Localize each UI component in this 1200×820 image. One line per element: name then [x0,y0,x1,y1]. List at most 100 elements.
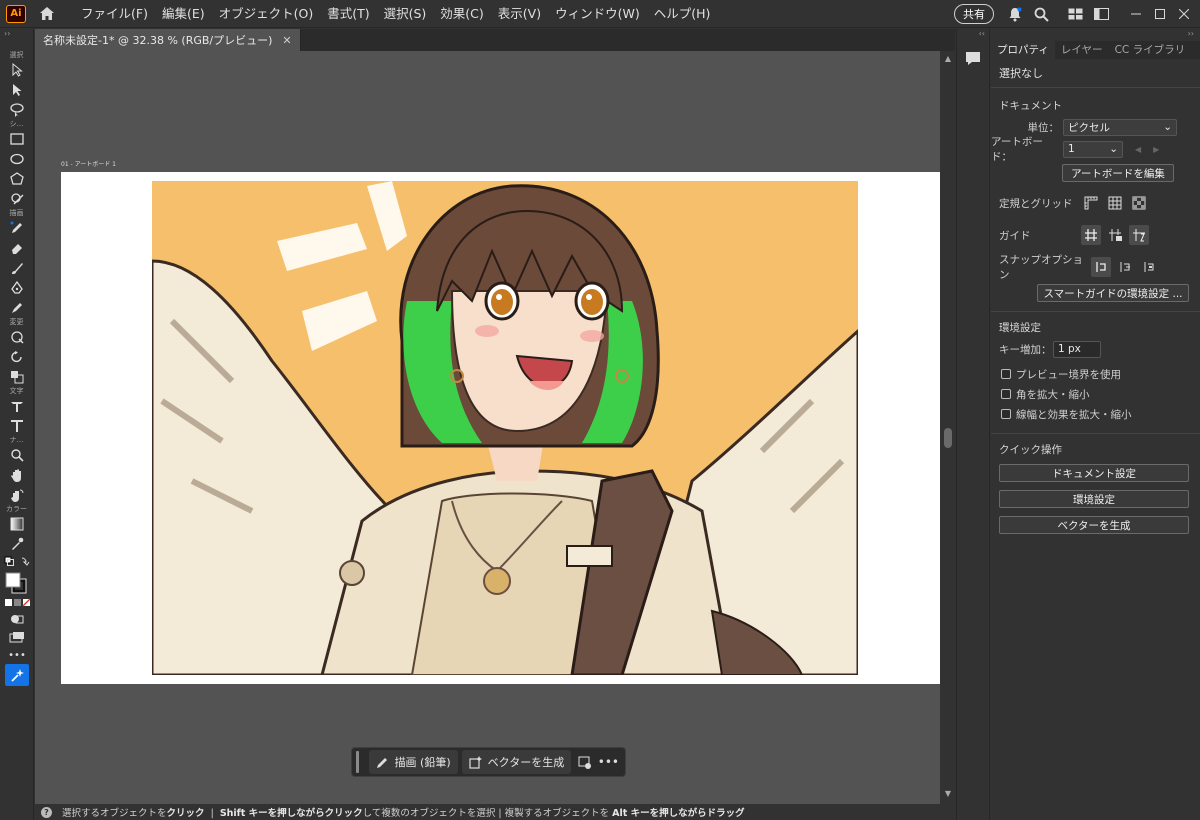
menu-object[interactable]: オブジェクト(O) [212,0,321,28]
draw-pencil-button[interactable]: 描画 (鉛筆) [368,750,458,774]
bell-icon[interactable] [1002,1,1028,27]
snap-to-glyph-icon[interactable] [1139,257,1159,277]
transparency-grid-icon[interactable] [1129,193,1149,213]
draw-mode-icon[interactable] [0,610,34,628]
search-icon[interactable] [1028,1,1054,27]
menu-edit[interactable]: 編集(E) [155,0,212,28]
vertical-scrollbar[interactable]: ▲ ▼ [941,51,955,804]
menu-file[interactable]: ファイル(F) [74,0,155,28]
document-tab-bar: 名称未設定-1* @ 32.38 % (RGB/プレビュー) ✕ [35,29,955,51]
generate-vector-label: ベクターを生成 [487,756,565,769]
tab-properties[interactable]: プロパティ [991,41,1055,59]
tab-layers[interactable]: レイヤー [1055,41,1109,59]
preferences-button[interactable]: 環境設定 [999,490,1189,508]
selection-tool-icon[interactable] [0,60,34,80]
scale-tool-icon[interactable] [0,367,34,387]
color-mode-icons[interactable] [0,596,34,610]
grid-icon[interactable] [1105,193,1125,213]
properties-body: 選択なし ドキュメント 単位： ピクセル ⌄ アートボード： 1 ⌄ ◀ ▶ ア… [991,65,1200,534]
more-options-button[interactable]: ••• [598,750,619,774]
menu-select[interactable]: 選択(S) [377,0,434,28]
close-icon[interactable] [1172,1,1196,27]
show-guides-icon[interactable] [1081,225,1101,245]
generate-vector-button[interactable]: ベクターを生成 [461,750,572,774]
image-options-icon[interactable] [575,750,596,774]
hand-tool-icon[interactable] [0,465,34,485]
rectangle-tool-icon[interactable] [0,129,34,149]
gradient-tool-icon[interactable] [0,514,34,534]
ellipse-tool-icon[interactable] [0,149,34,169]
generative-ai-icon[interactable] [5,664,29,686]
pencil-tool-icon[interactable] [0,218,34,238]
smart-guides-icon[interactable] [1129,225,1149,245]
illustration-image[interactable] [152,181,858,675]
generate-vector-quick-button[interactable]: ベクターを生成 [999,516,1189,534]
checkbox-preview-bounds[interactable]: プレビュー境界を使用 [1001,364,1192,384]
lock-guides-icon[interactable] [1105,225,1125,245]
scroll-down-icon[interactable]: ▼ [941,789,955,798]
key-increment-input[interactable]: 1 px [1053,340,1101,358]
canvas-area[interactable]: 01 - アートボード 1 [35,51,940,804]
contextual-task-bar: 描画 (鉛筆) ベクターを生成 ••• [351,747,626,777]
puppet-warp-tool-icon[interactable] [0,396,34,416]
paintbrush-tool-icon[interactable] [0,258,34,278]
minimize-icon[interactable] [1124,1,1148,27]
guides-label: ガイド [999,229,1031,242]
snap-to-pixel-icon[interactable] [1115,257,1135,277]
checkbox-box[interactable] [1001,369,1011,379]
tab-cc-libraries[interactable]: CC ライブラリ [1109,41,1192,59]
screen-mode-icon[interactable] [0,628,34,646]
workspace-icon[interactable] [1062,1,1088,27]
artboard[interactable] [61,172,940,684]
unit-select[interactable]: ピクセル ⌄ [1063,118,1177,136]
warp-tool-icon[interactable] [0,327,34,347]
type-tool-icon[interactable] [0,416,34,436]
next-artboard-icon[interactable]: ▶ [1153,145,1159,154]
document-tab[interactable]: 名称未設定-1* @ 32.38 % (RGB/プレビュー) ✕ [35,29,301,51]
eyedropper-tool-icon[interactable] [0,534,34,554]
fill-stroke-swatch[interactable] [0,570,34,596]
comments-icon[interactable] [957,51,989,66]
checkbox-box[interactable] [1001,389,1011,399]
rotate-tool-icon[interactable] [0,347,34,367]
blob-brush-tool-icon[interactable] [0,298,34,318]
checkbox-scale-strokes[interactable]: 線幅と効果を拡大・縮小 [1001,404,1192,424]
eraser-tool-icon[interactable] [0,238,34,258]
checkbox-scale-corners[interactable]: 角を拡大・縮小 [1001,384,1192,404]
edit-artboards-button[interactable]: アートボードを編集 [1062,164,1174,182]
zoom-tool-icon[interactable] [0,445,34,465]
snap-to-point-icon[interactable] [1091,257,1111,277]
more-tools-button[interactable]: ••• [0,646,34,664]
home-icon[interactable] [36,3,58,25]
help-icon[interactable]: ? [41,806,52,818]
toolbar-collapse[interactable]: ›› [0,29,33,39]
menu-help[interactable]: ヘルプ(H) [647,0,718,28]
menu-view[interactable]: 表示(V) [491,0,548,28]
rotate-view-tool-icon[interactable] [0,485,34,505]
ruler-icon[interactable] [1081,193,1101,213]
polygon-tool-icon[interactable] [0,169,34,189]
swap-fill-stroke-icon[interactable] [0,554,34,570]
scroll-up-icon[interactable]: ▲ [941,54,955,63]
lasso-tool-icon[interactable] [0,100,34,120]
menu-type[interactable]: 書式(T) [320,0,376,28]
taskbar-grip[interactable] [356,751,359,773]
shaper-tool-icon[interactable] [0,189,34,209]
maximize-icon[interactable] [1148,1,1172,27]
document-setup-button[interactable]: ドキュメント設定 [999,464,1189,482]
tab-close-icon[interactable]: ✕ [282,34,291,47]
smart-guide-preferences-button[interactable]: スマートガイドの環境設定 ... [1037,284,1189,302]
panel-layout-icon[interactable] [1088,1,1114,27]
pen-tool-icon[interactable] [0,278,34,298]
scrollbar-thumb[interactable] [944,428,952,448]
artboard-select[interactable]: 1 ⌄ [1063,140,1123,158]
share-button[interactable]: 共有 [954,4,994,24]
direct-selection-tool-icon[interactable] [0,80,34,100]
panel-collapse[interactable]: ›› [991,29,1200,41]
prev-artboard-icon[interactable]: ◀ [1135,145,1141,154]
dock-collapse[interactable]: ‹‹ [957,29,989,41]
menu-window[interactable]: ウィンドウ(W) [548,0,647,28]
menu-effect[interactable]: 効果(C) [433,0,490,28]
checkbox-box[interactable] [1001,409,1011,419]
status-part: Alt キーを押しながらドラッグ [612,808,745,819]
